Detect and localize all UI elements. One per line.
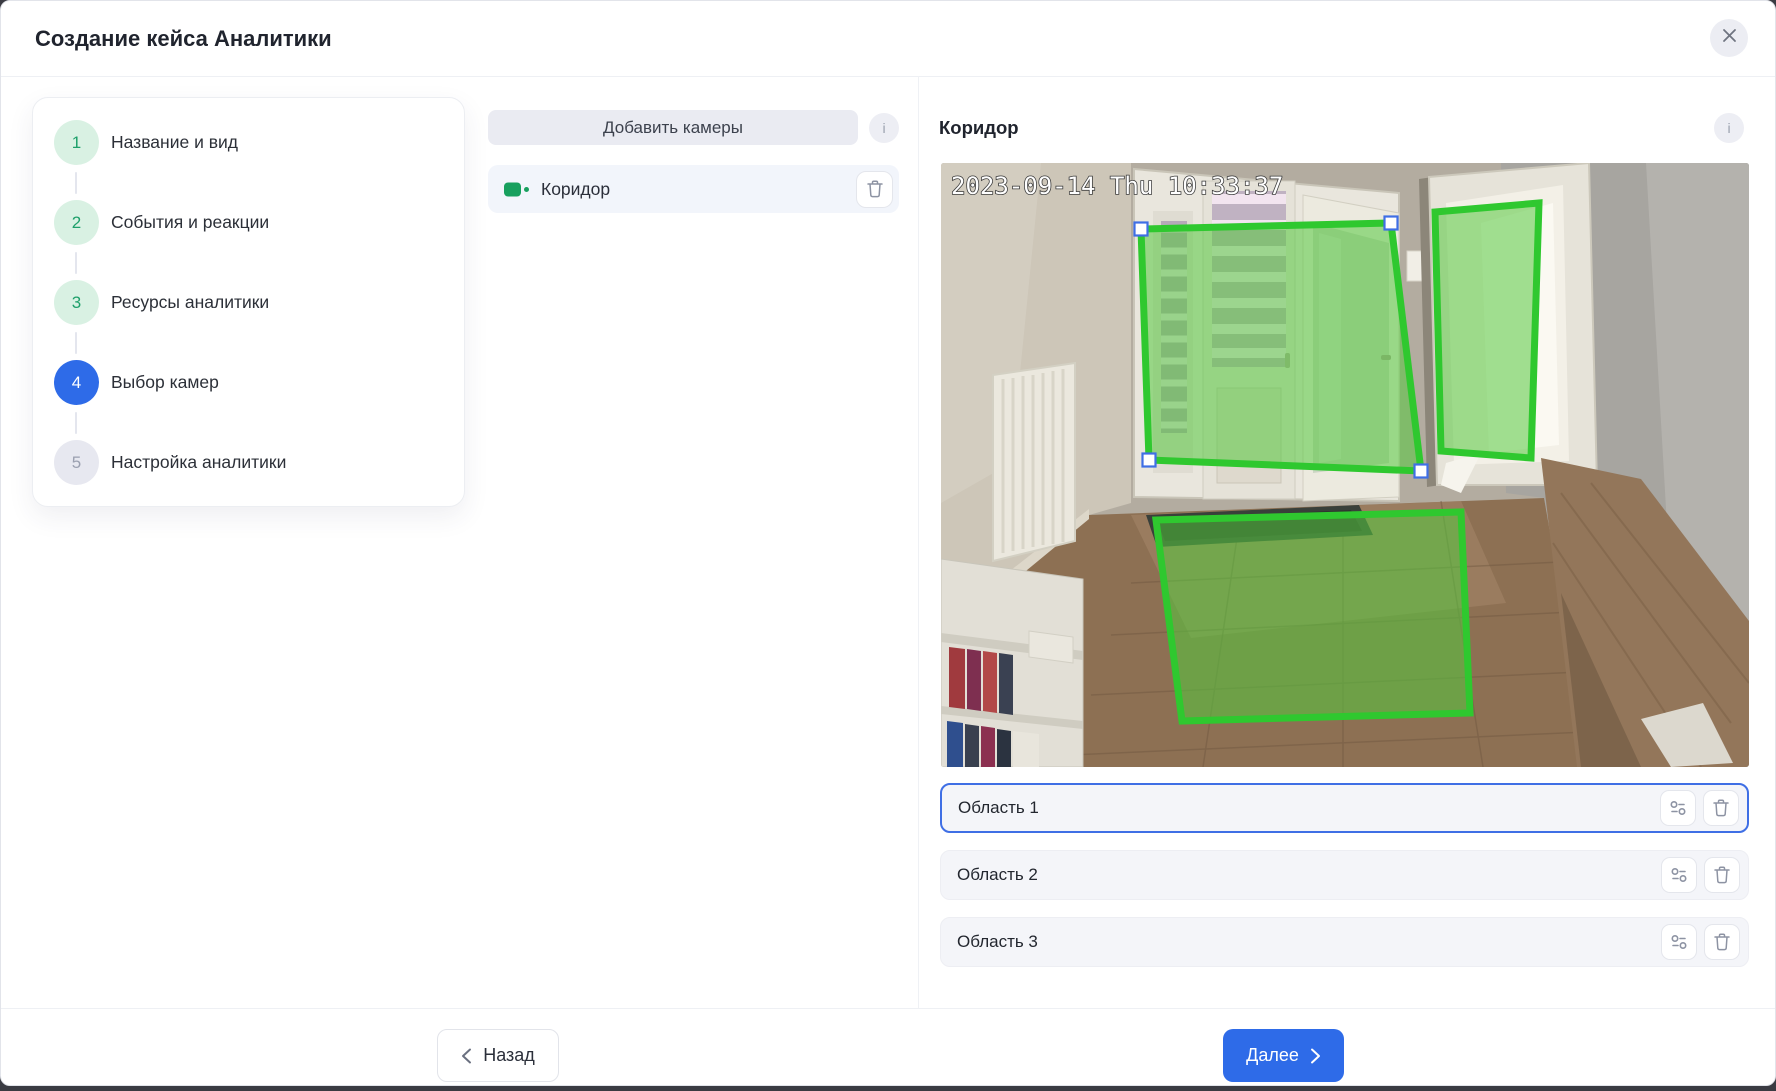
- region-corner-handle[interactable]: [1415, 465, 1428, 478]
- step-label: Выбор камер: [111, 372, 219, 393]
- area-row-2[interactable]: Область 2: [940, 850, 1749, 900]
- create-analytics-case-modal: Создание кейса Аналитики 1 Название и ви…: [0, 0, 1776, 1086]
- step-connector: [75, 332, 77, 354]
- back-button[interactable]: Назад: [437, 1029, 559, 1082]
- trash-icon: [1714, 933, 1730, 951]
- step-number: 1: [54, 120, 99, 165]
- wizard-stepper: 1 Название и вид 2 События и реакции 3 Р…: [32, 97, 465, 507]
- sliders-icon: [1670, 866, 1688, 884]
- area-label: Область 3: [957, 932, 1038, 952]
- chevron-left-icon: [461, 1048, 472, 1064]
- step-events-and-reactions[interactable]: 2 События и реакции: [33, 200, 464, 245]
- area-label: Область 2: [957, 865, 1038, 885]
- step-number: 3: [54, 280, 99, 325]
- step-number: 4: [54, 360, 99, 405]
- step-label: Название и вид: [111, 132, 238, 153]
- area-settings-button[interactable]: [1660, 790, 1696, 826]
- modal-title: Создание кейса Аналитики: [35, 1, 332, 76]
- preview-info-icon[interactable]: i: [1714, 113, 1744, 143]
- sliders-icon: [1669, 799, 1687, 817]
- trash-icon: [1714, 866, 1730, 884]
- camera-scene: 2023-09-14 Thu 10:33:37: [941, 163, 1749, 767]
- step-name-and-type[interactable]: 1 Название и вид: [33, 120, 464, 165]
- step-analytics-settings[interactable]: 5 Настройка аналитики: [33, 440, 464, 485]
- preview-camera-title: Коридор: [939, 117, 1019, 139]
- camera-name: Коридор: [541, 179, 610, 200]
- add-cameras-button[interactable]: Добавить камеры: [488, 110, 858, 145]
- chevron-right-icon: [1310, 1048, 1321, 1064]
- analytics-region-3[interactable]: [1156, 512, 1470, 721]
- video-camera-icon: [504, 181, 529, 198]
- cameras-info-icon[interactable]: i: [869, 113, 899, 143]
- footer-divider: [1, 1008, 1775, 1009]
- trash-icon: [867, 180, 883, 198]
- area-row-1[interactable]: Область 1: [940, 783, 1749, 833]
- sliders-icon: [1670, 933, 1688, 951]
- step-number: 2: [54, 200, 99, 245]
- analytics-region-1[interactable]: [1141, 223, 1421, 471]
- step-analytics-resources[interactable]: 3 Ресурсы аналитики: [33, 280, 464, 325]
- area-delete-button[interactable]: [1704, 924, 1740, 960]
- step-label: События и реакции: [111, 212, 269, 233]
- region-corner-handle[interactable]: [1385, 217, 1398, 230]
- camera-preview-canvas[interactable]: 2023-09-14 Thu 10:33:37: [941, 163, 1749, 767]
- region-corner-handle[interactable]: [1135, 223, 1148, 236]
- area-row-3[interactable]: Область 3: [940, 917, 1749, 967]
- step-label: Настройка аналитики: [111, 452, 286, 473]
- area-delete-button[interactable]: [1704, 857, 1740, 893]
- step-number: 5: [54, 440, 99, 485]
- area-label: Область 1: [958, 798, 1039, 818]
- region-corner-handle[interactable]: [1143, 454, 1156, 467]
- panel-divider: [918, 76, 919, 1008]
- step-connector: [75, 172, 77, 194]
- trash-icon: [1713, 799, 1729, 817]
- step-label: Ресурсы аналитики: [111, 292, 269, 313]
- area-delete-button[interactable]: [1703, 790, 1739, 826]
- next-button-label: Далее: [1246, 1045, 1299, 1066]
- step-connector: [75, 412, 77, 434]
- close-icon: [1722, 28, 1737, 43]
- step-connector: [75, 252, 77, 274]
- delete-camera-button[interactable]: [856, 171, 893, 208]
- close-button[interactable]: [1710, 19, 1748, 57]
- area-settings-button[interactable]: [1661, 857, 1697, 893]
- camera-list-item[interactable]: Коридор: [488, 165, 899, 213]
- camera-timestamp: 2023-09-14 Thu 10:33:37: [951, 172, 1283, 200]
- next-button[interactable]: Далее: [1223, 1029, 1344, 1082]
- modal-header: Создание кейса Аналитики: [1, 1, 1775, 77]
- area-settings-button[interactable]: [1661, 924, 1697, 960]
- back-button-label: Назад: [483, 1045, 535, 1066]
- step-camera-selection[interactable]: 4 Выбор камер: [33, 360, 464, 405]
- analytics-region-2[interactable]: [1435, 203, 1539, 458]
